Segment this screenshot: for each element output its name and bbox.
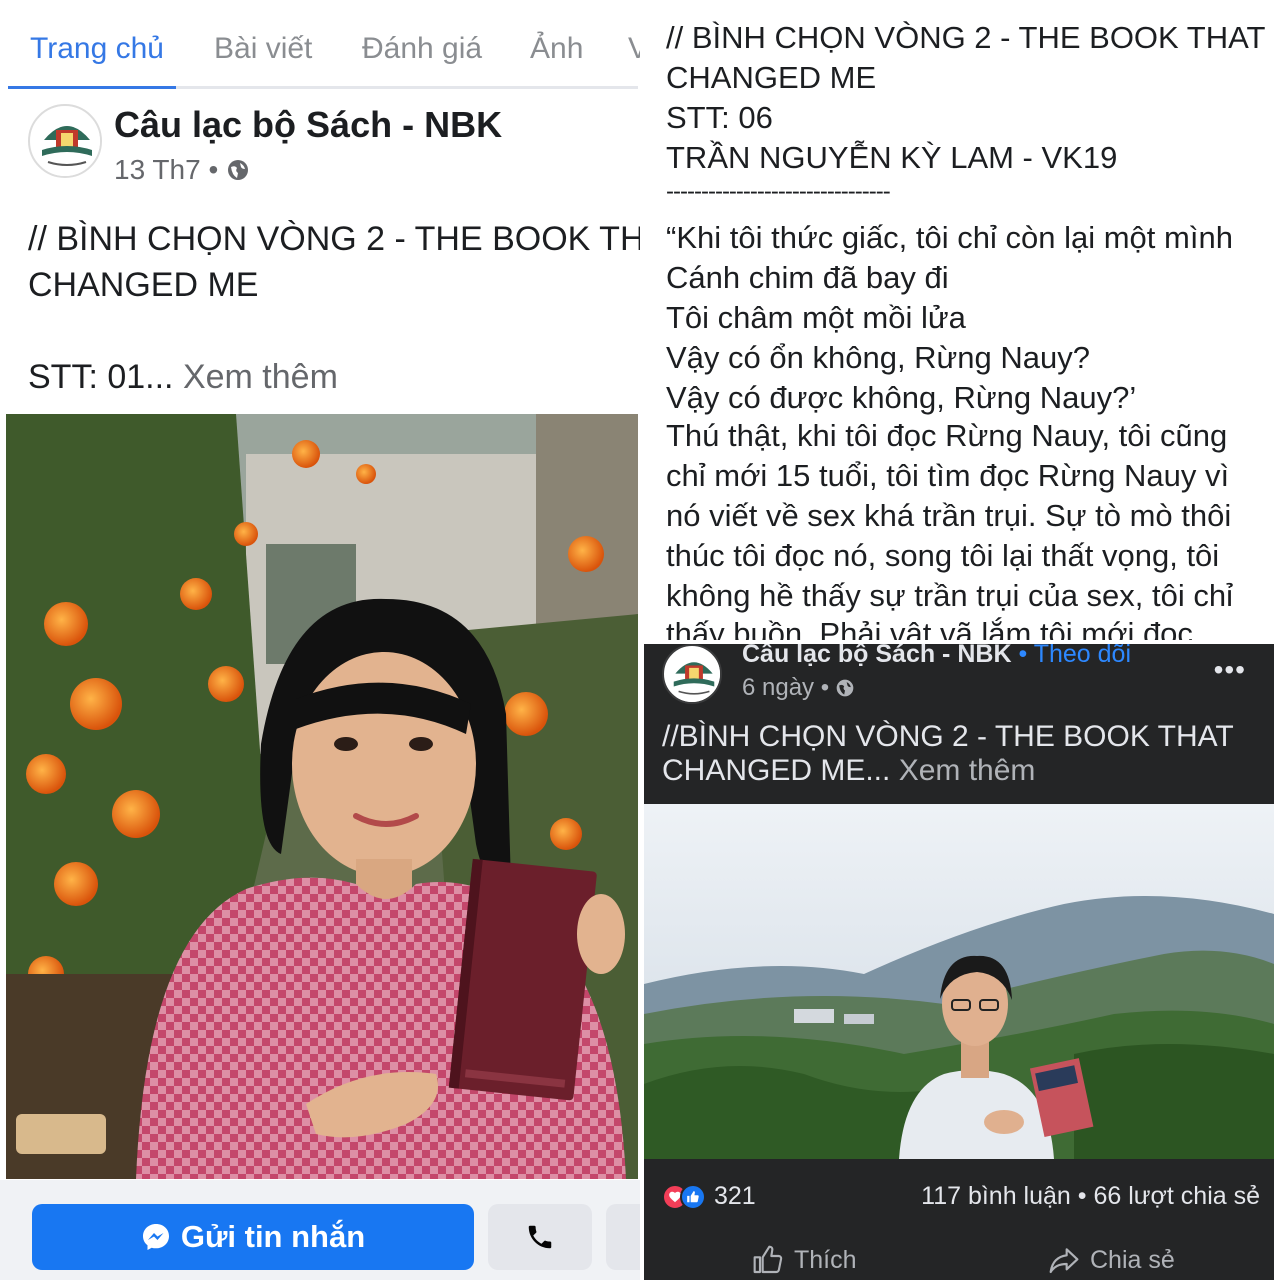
share-label: Chia sẻ xyxy=(1090,1245,1175,1274)
post-excerpt: CHANGED ME... xyxy=(662,754,891,787)
like-badge-icon xyxy=(680,1183,706,1210)
tab-posts[interactable]: Bài viết xyxy=(214,32,312,66)
post-meta: 13 Th7 • xyxy=(114,154,250,186)
page-action-bar: Gửi tin nhắn xyxy=(0,1180,640,1280)
like-button[interactable]: Thích xyxy=(752,1244,857,1276)
page-name-row: Câu lạc bộ Sách - NBK • Theo dõi xyxy=(742,644,1131,669)
tab-videos[interactable]: V xyxy=(628,32,640,66)
post-text-line: Tôi châm một mồi lửa xyxy=(666,300,966,335)
page-avatar[interactable] xyxy=(662,644,722,704)
page-tabs: Trang chủ Bài viết Đánh giá Ảnh V xyxy=(0,0,640,92)
page-name[interactable]: Câu lạc bộ Sách - NBK xyxy=(742,644,1012,668)
follow-link[interactable]: Theo dõi xyxy=(1034,644,1131,668)
reaction-summary[interactable]: 321 xyxy=(662,1182,756,1211)
left-screenshot-panel: Trang chủ Bài viết Đánh giá Ảnh V Câu lạ… xyxy=(0,0,640,1280)
post-text-line: thấy buồn. Phải vật vã lắm tôi mới đọc xyxy=(666,616,1193,640)
send-message-label: Gửi tin nhắn xyxy=(180,1219,366,1254)
phone-icon xyxy=(528,1225,552,1249)
tab-underline xyxy=(8,86,638,89)
post-text-line: TRẦN NGUYỄN KỲ LAM - VK19 xyxy=(666,140,1118,175)
post-text-line: chỉ mới 15 tuổi, tôi tìm đọc Rừng Nauy v… xyxy=(666,458,1230,493)
post-meta: 6 ngày • xyxy=(742,674,855,702)
post-date[interactable]: 6 ngày • xyxy=(742,674,829,702)
video-frame-image xyxy=(644,804,1274,1159)
page-avatar[interactable] xyxy=(28,104,102,178)
globe-icon xyxy=(228,160,249,180)
see-more-link[interactable]: Xem thêm xyxy=(899,754,1036,787)
post-text-line: //BÌNH CHỌN VÒNG 2 - THE BOOK THAT xyxy=(662,720,1234,753)
more-icon[interactable]: ••• xyxy=(1214,654,1246,686)
club-logo-icon xyxy=(33,109,100,176)
post-text-line: // BÌNH CHỌN VÒNG 2 - THE BOOK THAT xyxy=(666,20,1266,55)
like-label: Thích xyxy=(794,1245,857,1274)
video-frame-image xyxy=(6,414,638,1179)
post-text-line: STT: 01... Xem thêm xyxy=(28,358,338,397)
post-text-line: Vậy có ổn không, Rừng Nauy? xyxy=(666,340,1091,375)
post-excerpt: STT: 01... xyxy=(28,358,174,396)
divider-line: -------------------------------- xyxy=(666,178,891,205)
see-more-link[interactable]: Xem thêm xyxy=(183,358,338,396)
club-logo-icon xyxy=(666,648,720,702)
share-icon xyxy=(1049,1248,1079,1274)
like-icon xyxy=(753,1245,783,1274)
tab-photos[interactable]: Ảnh xyxy=(530,32,583,66)
post-text-line: Thú thật, khi tôi đọc Rừng Nauy, tôi cũn… xyxy=(666,418,1228,453)
post-text-line: Cánh chim đã bay đi xyxy=(666,260,949,295)
video-thumbnail-boy[interactable] xyxy=(644,804,1274,1159)
post-text-line: CHANGED ME xyxy=(666,60,877,95)
post-text-line: CHANGED ME xyxy=(28,266,259,304)
engagement-stats: 321 117 bình luận • 66 lượt chia sẻ xyxy=(662,1180,1262,1216)
right-bottom-screenshot-panel: Câu lạc bộ Sách - NBK • Theo dõi 6 ngày … xyxy=(644,644,1274,1280)
post-text-line: nó viết về sex khá trần trụi. Sự tò mò t… xyxy=(666,498,1232,533)
post-text-line: “Khi tôi thức giấc, tôi chỉ còn lại một … xyxy=(666,220,1233,255)
post-text-line: // BÌNH CHỌN VÒNG 2 - THE BOOK THAT xyxy=(28,220,640,258)
call-button[interactable] xyxy=(488,1204,592,1270)
globe-icon xyxy=(836,679,854,697)
reaction-count: 321 xyxy=(714,1182,756,1210)
send-message-button[interactable]: Gửi tin nhắn xyxy=(32,1204,474,1270)
post-text-line: không hề thấy sự trần trụi của sex, tôi … xyxy=(666,578,1233,613)
comments-shares-count[interactable]: 117 bình luận • 66 lượt chia sẻ xyxy=(921,1182,1260,1211)
messenger-icon xyxy=(142,1224,169,1250)
share-button[interactable]: Chia sẻ xyxy=(1048,1244,1175,1276)
active-tab-indicator xyxy=(8,86,176,89)
more-actions-button[interactable] xyxy=(606,1204,640,1270)
page-name[interactable]: Câu lạc bộ Sách - NBK xyxy=(114,104,502,146)
post-text-line: CHANGED ME... Xem thêm xyxy=(662,754,1035,788)
post-text-line: STT: 06 xyxy=(666,100,773,135)
tab-home[interactable]: Trang chủ xyxy=(30,32,164,66)
post-text-line: thúc tôi đọc nó, song tôi lại thất vọng,… xyxy=(666,538,1220,573)
post-text-line: Vậy có được không, Rừng Nauy?’ xyxy=(666,380,1137,415)
video-thumbnail-girl[interactable] xyxy=(6,414,638,1179)
right-top-screenshot-panel: // BÌNH CHỌN VÒNG 2 - THE BOOK THAT CHAN… xyxy=(640,0,1280,640)
post-date[interactable]: 13 Th7 • xyxy=(114,154,218,186)
post-action-row: Thích Chia sẻ xyxy=(644,1234,1274,1280)
tab-reviews[interactable]: Đánh giá xyxy=(362,32,482,66)
